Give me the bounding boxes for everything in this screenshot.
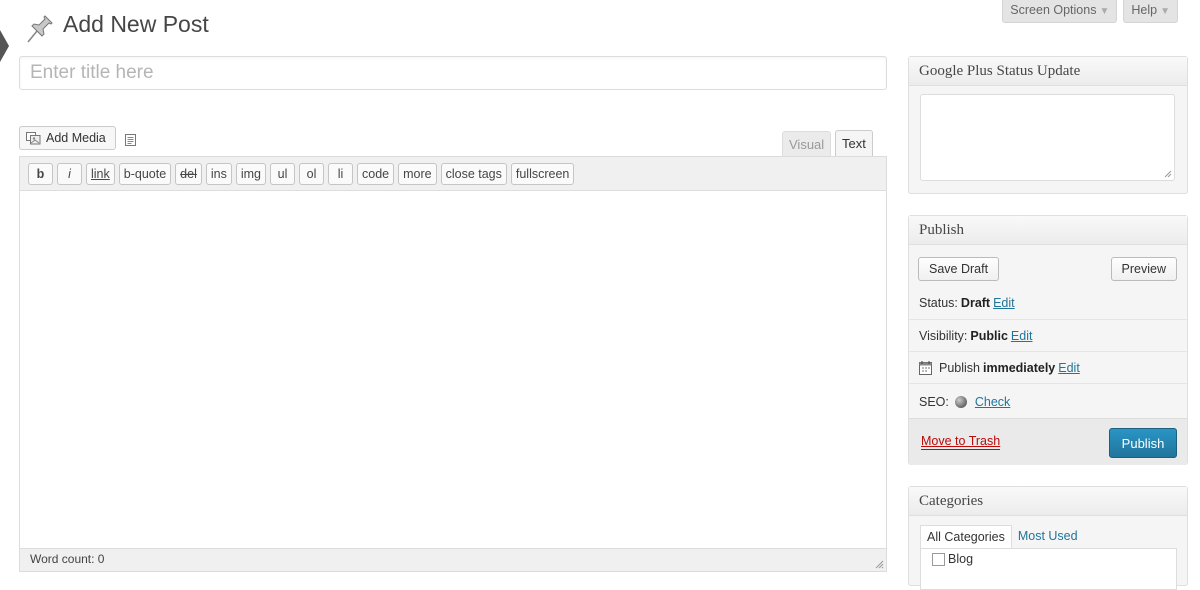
gplus-status-textarea[interactable] bbox=[920, 94, 1175, 181]
gplus-box-title: Google Plus Status Update bbox=[909, 57, 1187, 86]
category-label: Blog bbox=[948, 552, 974, 566]
qt-blockquote-button[interactable]: b-quote bbox=[118, 162, 172, 185]
media-icon bbox=[26, 131, 41, 144]
qt-code-button[interactable]: code bbox=[357, 162, 395, 185]
qt-ol-button[interactable]: ol bbox=[299, 162, 324, 185]
quicktags-toolbar: b i link b-quote del ins img ul ol li co… bbox=[20, 157, 886, 191]
document-icon[interactable] bbox=[125, 134, 136, 146]
tab-text[interactable]: Text bbox=[835, 130, 873, 158]
publish-label: Publish bbox=[939, 361, 980, 375]
status-row: Status: Draft Edit bbox=[909, 287, 1187, 319]
schedule-row: Publish immediately Edit bbox=[909, 351, 1187, 384]
list-item: Blog bbox=[932, 552, 973, 566]
post-editor: b i link b-quote del ins img ul ol li co… bbox=[19, 156, 887, 572]
qt-del-button[interactable]: del bbox=[175, 162, 202, 185]
visibility-label: Visibility: bbox=[919, 329, 968, 343]
qt-li-button[interactable]: li bbox=[328, 162, 353, 185]
publish-value: immediately bbox=[983, 361, 1056, 375]
pushpin-icon bbox=[27, 15, 53, 43]
tab-most-used[interactable]: Most Used bbox=[1012, 525, 1084, 549]
page-title: Add New Post bbox=[63, 11, 209, 37]
tab-visual[interactable]: Visual bbox=[782, 131, 832, 157]
qt-italic-button[interactable]: i bbox=[57, 162, 82, 185]
content-textarea[interactable] bbox=[20, 191, 886, 551]
word-count: Word count: 0 bbox=[30, 552, 105, 566]
resize-handle-icon[interactable] bbox=[1164, 170, 1172, 178]
visibility-row: Visibility: Public Edit bbox=[909, 319, 1187, 352]
seo-check-link[interactable]: Check bbox=[975, 395, 1010, 409]
qt-ul-button[interactable]: ul bbox=[270, 162, 295, 185]
add-media-button[interactable]: Add Media bbox=[19, 126, 116, 150]
resize-handle-icon[interactable] bbox=[874, 559, 884, 569]
qt-link-button[interactable]: link bbox=[86, 162, 115, 185]
screen-options-label: Screen Options bbox=[1010, 3, 1097, 17]
seo-label: SEO: bbox=[919, 394, 949, 409]
add-media-label: Add Media bbox=[46, 131, 106, 145]
qt-bold-button[interactable]: b bbox=[28, 162, 53, 185]
help-tab[interactable]: Help ▼ bbox=[1123, 0, 1178, 23]
preview-button[interactable]: Preview bbox=[1110, 257, 1177, 281]
categories-box-title: Categories bbox=[909, 487, 1187, 516]
publish-box-title: Publish bbox=[909, 216, 1187, 245]
edit-schedule-link[interactable]: Edit bbox=[1058, 361, 1080, 375]
visibility-value: Public bbox=[970, 329, 1008, 343]
edit-status-link[interactable]: Edit bbox=[993, 296, 1015, 310]
help-label: Help bbox=[1131, 3, 1158, 17]
qt-more-button[interactable]: more bbox=[398, 162, 437, 185]
edit-visibility-link[interactable]: Edit bbox=[1011, 329, 1033, 343]
seo-row: SEO: Check bbox=[909, 383, 1187, 419]
qt-fullscreen-button[interactable]: fullscreen bbox=[510, 162, 575, 185]
seo-status-dot-icon bbox=[954, 395, 967, 408]
publish-box: Publish Save Draft Preview Status: Draft… bbox=[908, 215, 1188, 465]
post-title-input[interactable] bbox=[19, 56, 887, 90]
editor-status-bar: Word count: 0 bbox=[20, 548, 886, 571]
admin-menu-arrow bbox=[0, 30, 9, 62]
status-label: Status: bbox=[919, 296, 958, 310]
screen-options-tab[interactable]: Screen Options ▼ bbox=[1002, 0, 1118, 23]
chevron-down-icon: ▼ bbox=[1160, 6, 1170, 17]
move-to-trash-link[interactable]: Move to Trash bbox=[921, 434, 1001, 450]
qt-ins-button[interactable]: ins bbox=[205, 162, 232, 185]
screen-meta-tabs: Screen Options ▼ Help ▼ bbox=[1002, 0, 1178, 23]
qt-img-button[interactable]: img bbox=[235, 162, 266, 185]
publish-actions: Move to Trash Publish bbox=[909, 418, 1187, 465]
calendar-icon bbox=[919, 361, 932, 375]
chevron-down-icon: ▼ bbox=[1099, 6, 1110, 17]
gplus-status-box: Google Plus Status Update bbox=[908, 56, 1188, 194]
category-list: Blog bbox=[920, 548, 1177, 590]
categories-box: Categories All Categories Most Used Blog bbox=[908, 486, 1188, 590]
tab-all-categories[interactable]: All Categories bbox=[920, 525, 1012, 549]
category-checkbox[interactable] bbox=[932, 552, 945, 566]
qt-close-tags-button[interactable]: close tags bbox=[440, 162, 507, 185]
status-value: Draft bbox=[960, 296, 991, 310]
publish-button[interactable]: Publish bbox=[1109, 428, 1177, 458]
category-tabs: All Categories Most Used bbox=[920, 525, 1084, 549]
save-draft-button[interactable]: Save Draft bbox=[918, 257, 1000, 281]
